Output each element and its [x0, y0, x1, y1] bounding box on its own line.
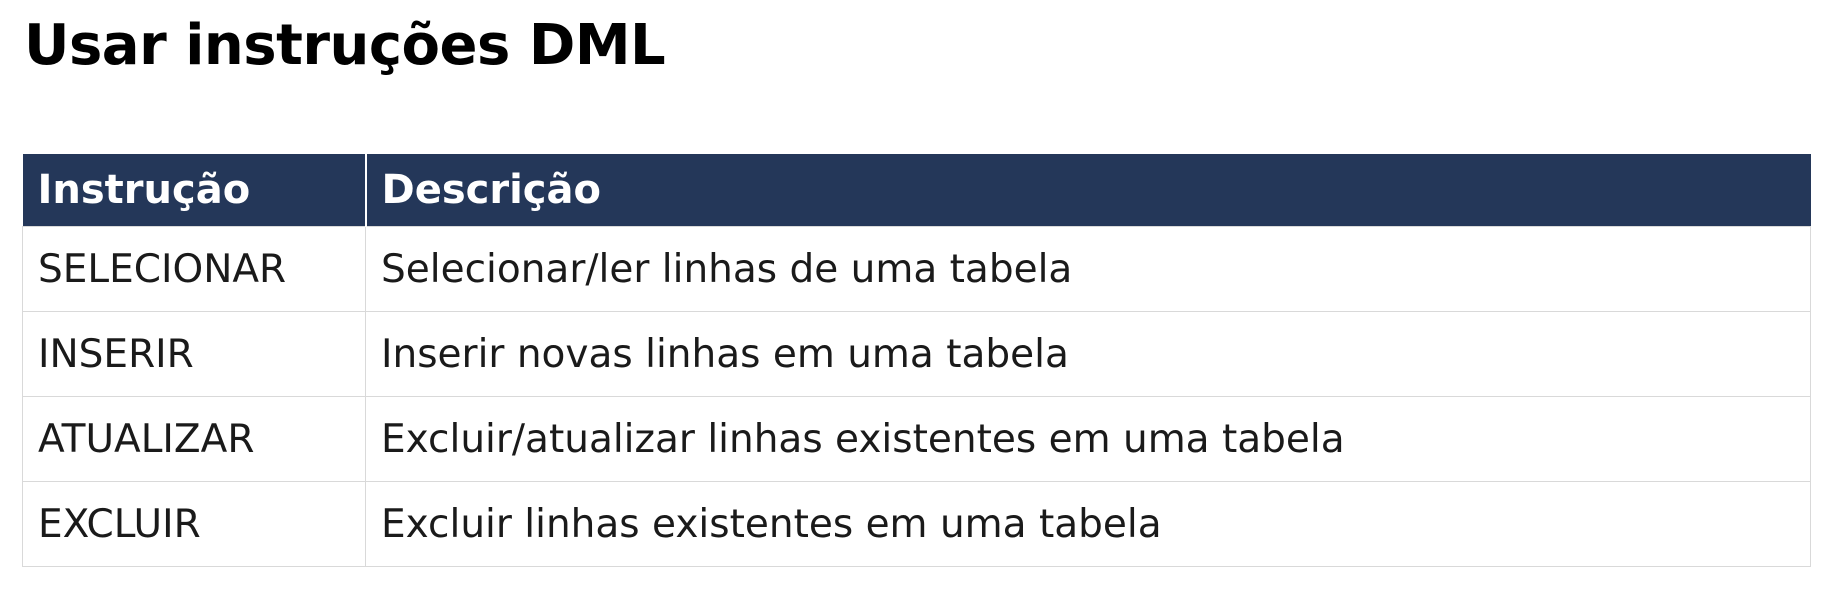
- column-header-descricao: Descrição: [365, 154, 1811, 227]
- description-cell: Inserir novas linhas em uma tabela: [365, 311, 1811, 397]
- description-cell: Excluir/atualizar linhas existentes em u…: [365, 396, 1811, 482]
- description-cell: Excluir linhas existentes em uma tabela: [365, 481, 1811, 567]
- instruction-cell: SELECIONAR: [22, 226, 366, 312]
- table-row: EXCLUIR Excluir linhas existentes em uma…: [22, 481, 1811, 567]
- table-row: INSERIR Inserir novas linhas em uma tabe…: [22, 311, 1811, 397]
- description-cell: Selecionar/ler linhas de uma tabela: [365, 226, 1811, 312]
- page-title: Usar instruções DML: [24, 13, 666, 78]
- table-row: ATUALIZAR Excluir/atualizar linhas exist…: [22, 396, 1811, 482]
- instruction-cell: ATUALIZAR: [22, 396, 366, 482]
- dml-statements-table: Instrução Descrição SELECIONAR Seleciona…: [22, 154, 1811, 567]
- instruction-cell: EXCLUIR: [22, 481, 366, 567]
- table-header-row: Instrução Descrição: [22, 154, 1811, 227]
- instruction-cell: INSERIR: [22, 311, 366, 397]
- column-header-instrucao: Instrução: [22, 154, 367, 227]
- dml-table-container: Instrução Descrição SELECIONAR Seleciona…: [22, 154, 1811, 567]
- table-row: SELECIONAR Selecionar/ler linhas de uma …: [22, 226, 1811, 312]
